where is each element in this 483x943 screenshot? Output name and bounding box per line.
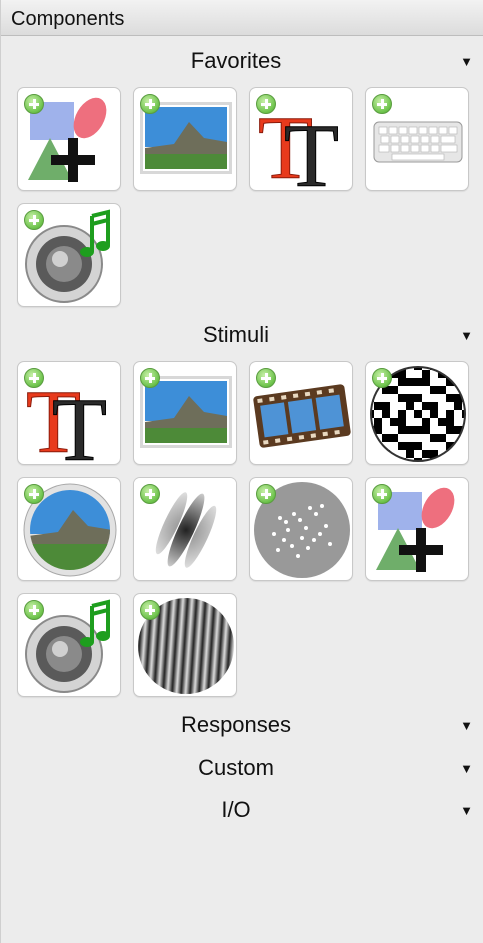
- add-icon[interactable]: [256, 484, 276, 504]
- stimuli-collapse-arrow-icon[interactable]: ▼: [460, 328, 473, 343]
- section-header-io[interactable]: I/O: [1, 797, 471, 823]
- stimuli-gabor-tile[interactable]: [133, 477, 237, 581]
- add-icon[interactable]: [24, 94, 44, 114]
- section-header-favorites[interactable]: Favorites: [1, 48, 471, 74]
- favorites-image-tile[interactable]: [133, 87, 237, 191]
- stimuli-text-tile[interactable]: T T: [17, 361, 121, 465]
- add-icon[interactable]: [24, 600, 44, 620]
- favorites-sound-tile[interactable]: [17, 203, 121, 307]
- section-header-responses[interactable]: Responses: [1, 712, 471, 738]
- stimuli-image-tile[interactable]: [133, 361, 237, 465]
- svg-text:T: T: [284, 107, 339, 191]
- responses-collapse-arrow-icon[interactable]: ▼: [460, 718, 473, 733]
- svg-text:T: T: [52, 381, 107, 465]
- favorites-collapse-arrow-icon[interactable]: ▼: [460, 54, 473, 69]
- section-header-custom[interactable]: Custom: [1, 755, 471, 781]
- stimuli-polygon-tile[interactable]: [365, 477, 469, 581]
- add-icon[interactable]: [140, 94, 160, 114]
- add-icon[interactable]: [140, 484, 160, 504]
- add-icon[interactable]: [372, 368, 392, 388]
- add-icon[interactable]: [24, 368, 44, 388]
- panel-header: Components: [1, 0, 483, 36]
- add-icon[interactable]: [24, 484, 44, 504]
- components-panel: Components Favorites ▼ T T Stimuli ▼ T T…: [0, 0, 483, 943]
- favorites-text-tile[interactable]: T T: [249, 87, 353, 191]
- add-icon[interactable]: [140, 600, 160, 620]
- stimuli-movie-tile[interactable]: [249, 361, 353, 465]
- panel-title: Components: [11, 8, 125, 30]
- add-icon[interactable]: [372, 94, 392, 114]
- stimuli-dots-tile[interactable]: [249, 477, 353, 581]
- stimuli-sound-tile[interactable]: [17, 593, 121, 697]
- add-icon[interactable]: [256, 94, 276, 114]
- section-header-stimuli[interactable]: Stimuli: [1, 322, 471, 348]
- stimuli-noise-tile[interactable]: [365, 361, 469, 465]
- custom-collapse-arrow-icon[interactable]: ▼: [460, 761, 473, 776]
- add-icon[interactable]: [256, 368, 276, 388]
- favorites-keyboard-tile[interactable]: [365, 87, 469, 191]
- add-icon[interactable]: [140, 368, 160, 388]
- stimuli-aperture-tile[interactable]: [17, 477, 121, 581]
- favorites-polygon-tile[interactable]: [17, 87, 121, 191]
- add-icon[interactable]: [24, 210, 44, 230]
- io-collapse-arrow-icon[interactable]: ▼: [460, 803, 473, 818]
- add-icon[interactable]: [372, 484, 392, 504]
- stimuli-grating-tile[interactable]: [133, 593, 237, 697]
